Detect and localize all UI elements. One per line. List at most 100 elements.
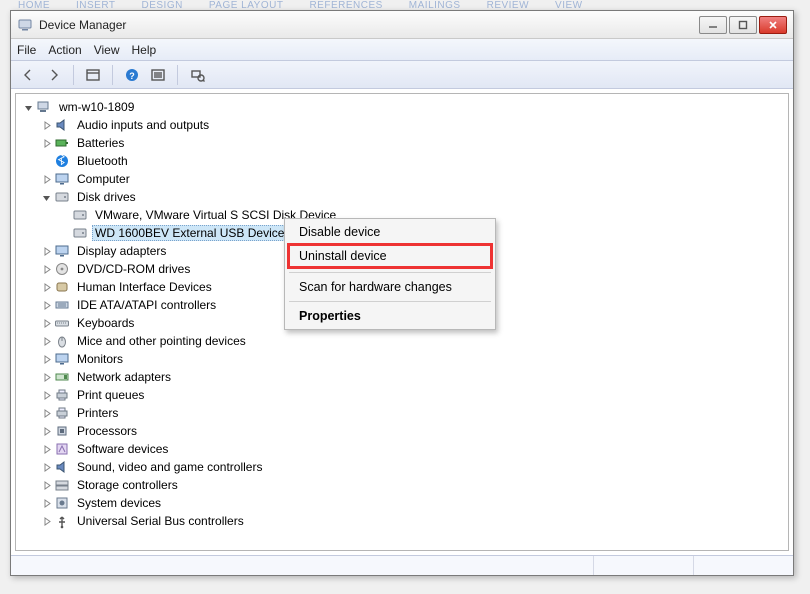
device-label: WD 1600BEV External USB Device: [92, 225, 287, 241]
show-hidden-button[interactable]: [82, 64, 104, 86]
category-label: Printers: [74, 406, 121, 420]
category-label: System devices: [74, 496, 164, 510]
expand-icon[interactable]: [40, 479, 52, 491]
expand-icon[interactable]: [40, 407, 52, 419]
expand-icon[interactable]: [40, 389, 52, 401]
expander-none: [58, 209, 70, 221]
mouse-icon: [54, 333, 70, 349]
expand-icon[interactable]: [40, 335, 52, 347]
category-audio[interactable]: Audio inputs and outputs: [36, 116, 786, 134]
menu-file[interactable]: File: [17, 43, 36, 57]
context-menu-disable-device[interactable]: Disable device: [287, 221, 493, 243]
menu-help[interactable]: Help: [132, 43, 157, 57]
category-label: Batteries: [74, 136, 127, 150]
category-mice[interactable]: Mice and other pointing devices: [36, 332, 786, 350]
system-icon: [54, 495, 70, 511]
category-batteries[interactable]: Batteries: [36, 134, 786, 152]
category-label: DVD/CD-ROM drives: [74, 262, 193, 276]
expand-icon[interactable]: [40, 425, 52, 437]
category-processors[interactable]: Processors: [36, 422, 786, 440]
category-system[interactable]: System devices: [36, 494, 786, 512]
expander-none: [58, 227, 70, 239]
expand-icon[interactable]: [40, 371, 52, 383]
context-menu-uninstall-device[interactable]: Uninstall device: [287, 243, 493, 269]
category-label: Display adapters: [74, 244, 169, 258]
context-menu-separator: [289, 301, 491, 302]
expand-icon[interactable]: [40, 299, 52, 311]
speaker-icon: [54, 117, 70, 133]
printer-icon: [54, 387, 70, 403]
expand-icon[interactable]: [40, 497, 52, 509]
expand-icon[interactable]: [40, 263, 52, 275]
expand-icon[interactable]: [40, 443, 52, 455]
expand-icon[interactable]: [40, 137, 52, 149]
category-storage[interactable]: Storage controllers: [36, 476, 786, 494]
app-icon: [17, 17, 33, 33]
category-label: Monitors: [74, 352, 126, 366]
scan-button[interactable]: [186, 64, 208, 86]
minimize-button[interactable]: [699, 16, 727, 34]
menu-action[interactable]: Action: [48, 43, 81, 57]
cd-icon: [54, 261, 70, 277]
monitor-icon: [54, 351, 70, 367]
expand-icon[interactable]: [40, 173, 52, 185]
close-button[interactable]: [759, 16, 787, 34]
category-label: Software devices: [74, 442, 171, 456]
expand-icon[interactable]: [40, 317, 52, 329]
menubar: File Action View Help: [11, 39, 793, 61]
category-diskdrives[interactable]: Disk drives: [36, 188, 786, 206]
context-menu-properties[interactable]: Properties: [287, 305, 493, 327]
help-button[interactable]: ?: [121, 64, 143, 86]
back-button[interactable]: [17, 64, 39, 86]
ide-icon: [54, 297, 70, 313]
monitor-icon: [54, 243, 70, 259]
category-label: Sound, video and game controllers: [74, 460, 265, 474]
expand-icon[interactable]: [40, 245, 52, 257]
category-monitors[interactable]: Monitors: [36, 350, 786, 368]
usb-icon: [54, 513, 70, 529]
category-label: Disk drives: [74, 190, 139, 204]
toolbar: ?: [11, 61, 793, 89]
details-button[interactable]: [147, 64, 169, 86]
computer-icon: [36, 99, 52, 115]
category-label: Universal Serial Bus controllers: [74, 514, 247, 528]
category-label: Keyboards: [74, 316, 137, 330]
titlebar[interactable]: Device Manager: [11, 11, 793, 39]
category-bluetooth[interactable]: Bluetooth: [36, 152, 786, 170]
expand-icon[interactable]: [40, 515, 52, 527]
svg-text:?: ?: [129, 71, 135, 81]
category-label: Storage controllers: [74, 478, 181, 492]
tree-root[interactable]: wm-w10-1809: [18, 98, 786, 116]
category-sound[interactable]: Sound, video and game controllers: [36, 458, 786, 476]
expand-icon[interactable]: [40, 461, 52, 473]
category-printers[interactable]: Printers: [36, 404, 786, 422]
storage-icon: [54, 477, 70, 493]
collapse-icon[interactable]: [22, 101, 34, 113]
category-label: Human Interface Devices: [74, 280, 215, 294]
forward-button[interactable]: [43, 64, 65, 86]
category-label: Mice and other pointing devices: [74, 334, 249, 348]
printer-icon: [54, 405, 70, 421]
category-printqueues[interactable]: Print queues: [36, 386, 786, 404]
toolbar-separator: [112, 65, 113, 85]
cpu-icon: [54, 423, 70, 439]
context-menu-scan-hardware[interactable]: Scan for hardware changes: [287, 276, 493, 298]
expand-icon[interactable]: [40, 353, 52, 365]
expand-icon[interactable]: [40, 119, 52, 131]
maximize-button[interactable]: [729, 16, 757, 34]
category-usb[interactable]: Universal Serial Bus controllers: [36, 512, 786, 530]
software-icon: [54, 441, 70, 457]
category-label: Network adapters: [74, 370, 174, 384]
collapse-icon[interactable]: [40, 191, 52, 203]
expand-icon[interactable]: [40, 281, 52, 293]
category-network[interactable]: Network adapters: [36, 368, 786, 386]
context-menu-separator: [289, 272, 491, 273]
category-label: Print queues: [74, 388, 147, 402]
window-controls: [697, 16, 787, 34]
category-software[interactable]: Software devices: [36, 440, 786, 458]
disk-icon: [54, 189, 70, 205]
menu-view[interactable]: View: [94, 43, 120, 57]
disk-icon: [72, 225, 88, 241]
category-computer[interactable]: Computer: [36, 170, 786, 188]
monitor-icon: [54, 171, 70, 187]
